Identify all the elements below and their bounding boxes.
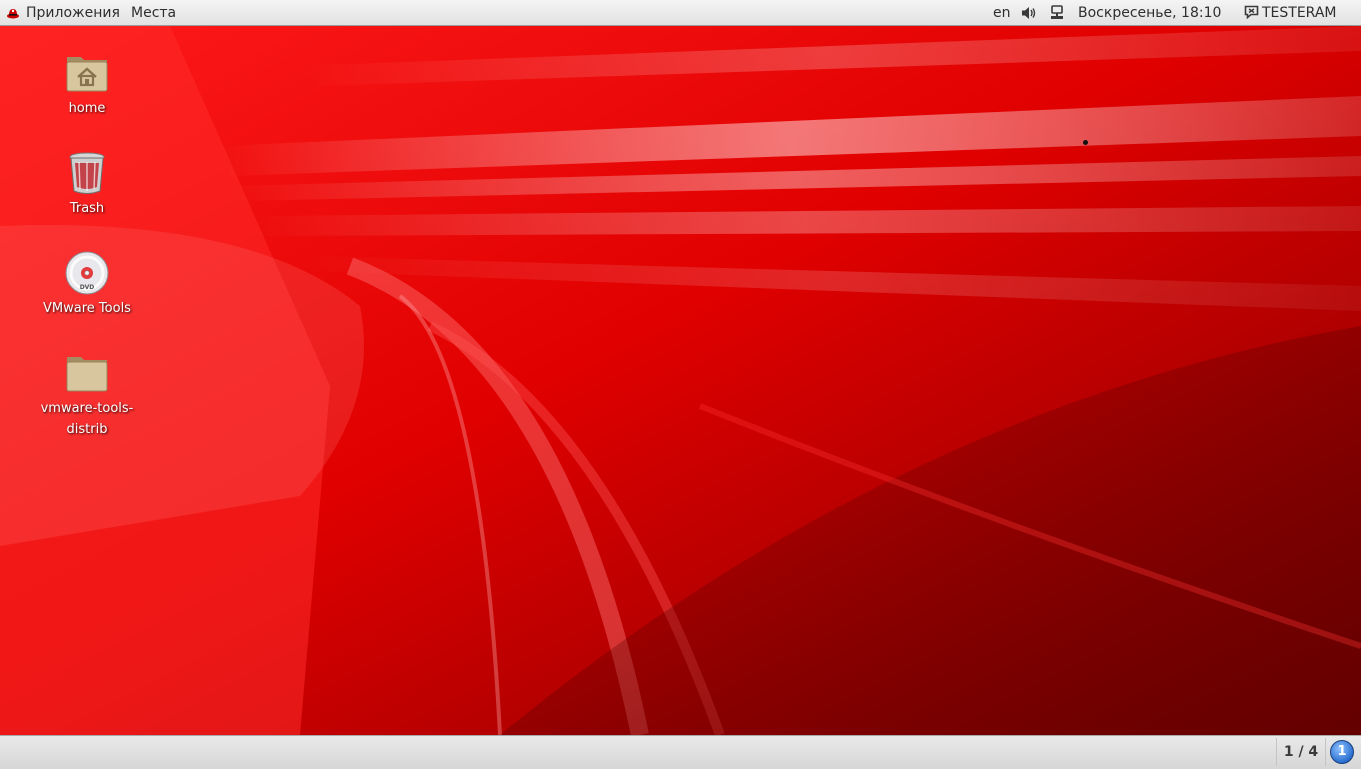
wallpaper bbox=[0, 26, 1361, 735]
svg-text:DVD: DVD bbox=[80, 284, 95, 291]
desktop-icon-label: Trash bbox=[69, 201, 105, 216]
home-folder-icon bbox=[66, 57, 108, 92]
desktop-icon-label-line: distrib bbox=[66, 422, 108, 437]
desktop-icon-label-line: vmware-tools- bbox=[40, 401, 134, 416]
desktop-icon-trash[interactable]: Trash bbox=[32, 149, 142, 219]
bottom-panel: 1 / 4 1 bbox=[0, 735, 1361, 769]
desktop-icon-vmware-tools[interactable]: DVD VMware Tools bbox=[32, 249, 142, 319]
volume-icon[interactable] bbox=[1020, 0, 1038, 26]
desktop-icon-label: VMware Tools bbox=[43, 301, 131, 316]
trash-icon bbox=[69, 152, 105, 194]
dvd-disc-icon: DVD bbox=[65, 251, 109, 295]
desktop-icon-vmware-tools-distrib[interactable]: vmware-tools-distrib bbox=[32, 349, 142, 440]
desktop-icon-label: home bbox=[68, 101, 106, 116]
user-name: TESTERAM bbox=[1262, 5, 1337, 21]
user-menu[interactable]: TESTERAM bbox=[1244, 0, 1337, 26]
top-panel: Приложения Места en Воскресенье, 18:10 T… bbox=[0, 0, 1361, 26]
desktop-icon-label: vmware-tools-distrib bbox=[32, 398, 142, 440]
desktop-icon-home[interactable]: home bbox=[32, 49, 142, 119]
redhat-logo-icon[interactable] bbox=[6, 0, 20, 26]
clock[interactable]: Воскресенье, 18:10 bbox=[1078, 0, 1221, 26]
folder-icon bbox=[66, 357, 108, 392]
desktop-screen: Приложения Места en Воскресенье, 18:10 T… bbox=[0, 0, 1361, 769]
applications-menu[interactable]: Приложения bbox=[26, 0, 120, 26]
mouse-cursor bbox=[1083, 140, 1088, 145]
places-menu[interactable]: Места bbox=[131, 0, 176, 26]
chat-status-icon bbox=[1244, 5, 1259, 20]
workspace-switcher[interactable]: 1 / 4 bbox=[1276, 738, 1326, 766]
network-icon[interactable] bbox=[1049, 0, 1065, 26]
keyboard-layout-indicator[interactable]: en bbox=[993, 0, 1011, 26]
message-tray-icon[interactable]: 1 bbox=[1330, 740, 1354, 764]
